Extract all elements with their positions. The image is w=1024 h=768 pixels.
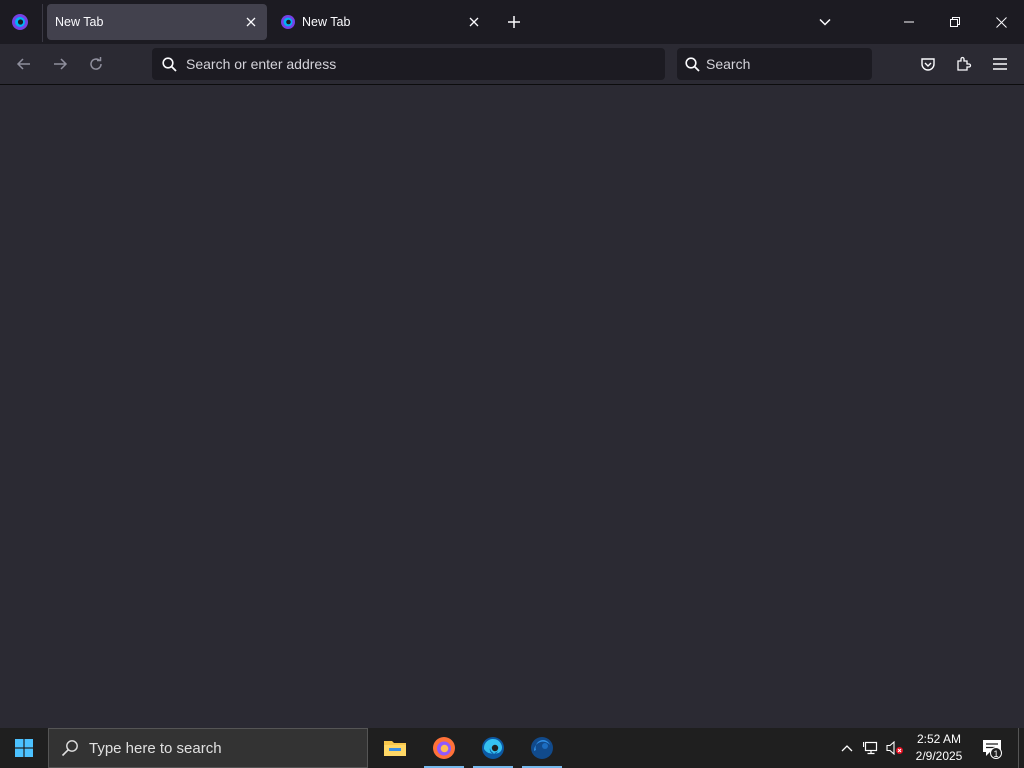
taskbar-app-edge[interactable] <box>473 728 513 768</box>
pocket-icon <box>921 58 935 71</box>
firefox-icon <box>433 737 455 759</box>
network-status[interactable] <box>861 738 881 758</box>
firefox-view-button[interactable] <box>8 10 32 34</box>
clock-date: 2/9/2025 <box>915 749 963 763</box>
hamburger-menu-icon <box>993 58 1007 70</box>
taskbar-search-placeholder: Type here to search <box>89 739 222 757</box>
new-tab-button[interactable] <box>502 10 526 34</box>
taskbar-app-edge-beta[interactable] <box>522 728 562 768</box>
restore-icon <box>950 17 960 27</box>
search-icon <box>61 739 79 757</box>
forward-button[interactable] <box>48 52 72 76</box>
address-bar[interactable] <box>152 48 665 80</box>
show-hidden-icons-button[interactable] <box>837 738 857 758</box>
puzzle-icon <box>957 56 972 71</box>
network-icon <box>863 741 878 755</box>
tab-strip: New Tab New Tab <box>0 0 1024 44</box>
reload-button[interactable] <box>84 52 108 76</box>
search-input[interactable] <box>706 56 887 72</box>
show-desktop-button[interactable] <box>1018 728 1024 768</box>
tab-new-tab-2[interactable]: New Tab <box>276 4 490 40</box>
folder-icon <box>384 741 406 756</box>
list-all-tabs-button[interactable] <box>813 10 837 34</box>
taskbar-app-file-explorer[interactable] <box>375 728 415 768</box>
tab-title: New Tab <box>55 15 104 29</box>
chevron-up-icon <box>841 745 853 752</box>
start-button[interactable] <box>0 728 48 768</box>
minimize-button[interactable] <box>886 0 932 44</box>
close-tab-icon[interactable] <box>239 10 263 34</box>
tab-new-tab-1[interactable]: New Tab <box>47 4 267 40</box>
clock-time: 2:52 AM <box>916 732 962 746</box>
notification-count-badge: 1 <box>990 747 1002 759</box>
arrow-left-icon <box>16 58 30 70</box>
search-icon <box>685 56 700 72</box>
page-content[interactable] <box>0 85 1024 728</box>
close-window-button[interactable] <box>978 0 1024 44</box>
system-clock[interactable]: 2:52 AM 2/9/2025 <box>908 731 970 765</box>
edge-icon <box>482 737 504 759</box>
windows-logo-icon <box>15 739 33 757</box>
plus-icon <box>508 16 520 28</box>
reload-icon <box>90 57 102 70</box>
taskbar-app-firefox[interactable] <box>424 728 464 768</box>
back-button[interactable] <box>12 52 36 76</box>
tab-title: New Tab <box>302 15 351 29</box>
firefox-logo-icon <box>12 14 28 30</box>
taskbar: Type here to search 2:52 AM 2/9/2025 1 <box>0 728 1024 768</box>
extensions-button[interactable] <box>952 52 976 76</box>
restore-button[interactable] <box>932 0 978 44</box>
navigation-toolbar <box>0 44 1024 85</box>
action-center-button[interactable]: 1 <box>978 736 1006 760</box>
search-icon <box>161 56 177 72</box>
close-icon <box>995 16 1007 28</box>
edge-beta-icon <box>531 737 553 759</box>
tab-strip-separator <box>42 4 43 42</box>
app-menu-button[interactable] <box>988 52 1012 76</box>
volume-muted-icon <box>886 741 903 755</box>
taskbar-search-box[interactable]: Type here to search <box>48 728 368 768</box>
pocket-button[interactable] <box>916 52 940 76</box>
minimize-icon <box>904 21 914 23</box>
address-input[interactable] <box>186 56 665 72</box>
search-bar[interactable] <box>677 48 887 80</box>
chevron-down-icon <box>819 18 831 26</box>
volume-status[interactable] <box>885 738 905 758</box>
close-tab-icon[interactable] <box>462 10 486 34</box>
arrow-right-icon <box>54 58 68 70</box>
firefox-tab-icon <box>280 14 296 30</box>
